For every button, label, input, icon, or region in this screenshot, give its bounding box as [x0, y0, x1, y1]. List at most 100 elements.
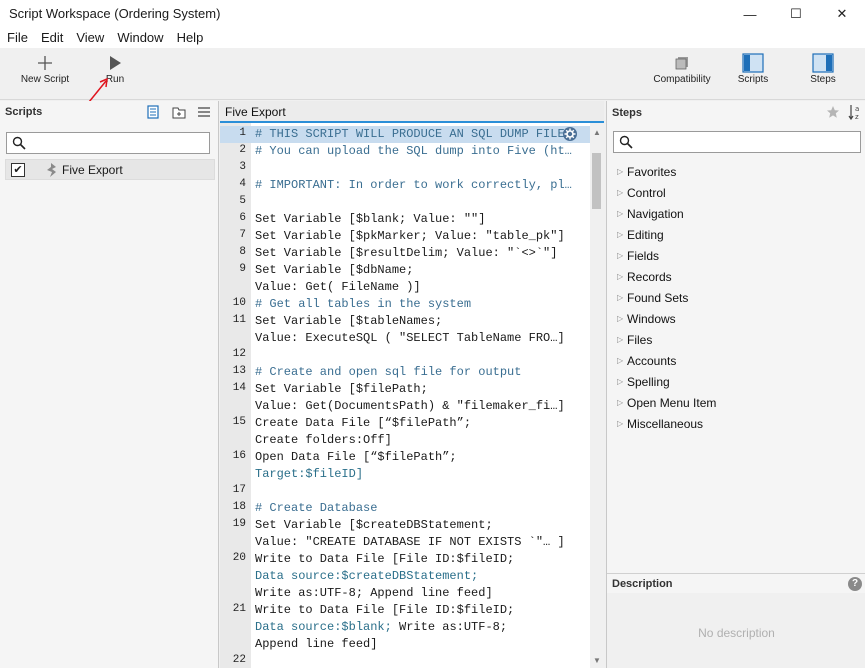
- scroll-down-icon[interactable]: ▼: [593, 656, 601, 665]
- editor-tab[interactable]: Five Export: [220, 101, 604, 123]
- code-line[interactable]: Value: Get( FileName )]: [220, 279, 590, 296]
- step-category[interactable]: ▷ Favorites: [607, 161, 865, 182]
- code-line[interactable]: Write as:UTF-8; Append line feed]: [220, 585, 590, 602]
- menu-window[interactable]: Window: [110, 28, 169, 48]
- line-number: 18: [232, 501, 246, 513]
- compatibility-button[interactable]: Compatibility: [648, 52, 716, 85]
- menu-help[interactable]: Help: [170, 28, 210, 48]
- step-category[interactable]: ▷ Found Sets: [607, 287, 865, 308]
- code-line[interactable]: 8 Set Variable [$resultDelim; Value: "`<>…: [220, 245, 590, 262]
- code-line[interactable]: 10 # Get all tables in the system: [220, 296, 590, 313]
- code-line[interactable]: 6 Set Variable [$blank; Value: ""]: [220, 211, 590, 228]
- code-line[interactable]: Value: ExecuteSQL ( "SELECT TableName FR…: [220, 330, 590, 347]
- expand-arrow-icon[interactable]: ▷: [617, 419, 626, 428]
- scripts-toggle-button[interactable]: Scripts: [734, 52, 772, 85]
- code-line[interactable]: 9 Set Variable [$dbName;: [220, 262, 590, 279]
- menu-file[interactable]: File: [0, 28, 34, 48]
- code-line[interactable]: 2 # You can upload the SQL dump into Five…: [220, 143, 590, 160]
- code-line[interactable]: 1 # THIS SCRIPT WILL PRODUCE AN SQL DUMP …: [220, 126, 590, 143]
- expand-arrow-icon[interactable]: ▷: [617, 230, 626, 239]
- star-icon[interactable]: [826, 105, 840, 122]
- code-line[interactable]: 5: [220, 194, 590, 211]
- description-panel: No description: [607, 593, 865, 668]
- new-folder-icon[interactable]: [172, 105, 186, 122]
- code-line[interactable]: 20 Write to Data File [File ID:$fileID;: [220, 551, 590, 568]
- code-line[interactable]: 3: [220, 160, 590, 177]
- help-icon[interactable]: ?: [848, 577, 862, 591]
- expand-arrow-icon[interactable]: ▷: [617, 209, 626, 218]
- expand-arrow-icon[interactable]: ▷: [617, 377, 626, 386]
- code-line[interactable]: 11 Set Variable [$tableNames;: [220, 313, 590, 330]
- code-line[interactable]: 17: [220, 483, 590, 500]
- scripts-search-input[interactable]: [6, 132, 210, 154]
- step-category[interactable]: ▷ Files: [607, 329, 865, 350]
- code-line[interactable]: 18 # Create Database: [220, 500, 590, 517]
- line-number: 12: [232, 348, 246, 360]
- step-category[interactable]: ▷ Windows: [607, 308, 865, 329]
- expand-arrow-icon[interactable]: ▷: [617, 356, 626, 365]
- code-line[interactable]: Data source:$blank; Write as:UTF-8;: [220, 619, 590, 636]
- code-line[interactable]: Value: "CREATE DATABASE IF NOT EXISTS `"…: [220, 534, 590, 551]
- step-category[interactable]: ▷ Navigation: [607, 203, 865, 224]
- close-button[interactable]: ✕: [819, 0, 865, 28]
- new-script-button[interactable]: New Script: [20, 52, 70, 85]
- code-line[interactable]: 4 # IMPORTANT: In order to work correctly…: [220, 177, 590, 194]
- expand-arrow-icon[interactable]: ▷: [617, 251, 626, 260]
- step-category[interactable]: ▷ Control: [607, 182, 865, 203]
- step-category[interactable]: ▷ Spelling: [607, 371, 865, 392]
- gear-icon[interactable]: [562, 126, 578, 145]
- steps-search-input[interactable]: [613, 131, 861, 153]
- code-line[interactable]: 19 Set Variable [$createDBStatement;: [220, 517, 590, 534]
- line-text: # IMPORTANT: In order to work correctly,…: [255, 178, 572, 192]
- minimize-button[interactable]: —: [727, 0, 773, 28]
- line-text: Target:$fileID]: [255, 467, 364, 481]
- scroll-up-icon[interactable]: ▲: [593, 128, 601, 137]
- code-line[interactable]: 14 Set Variable [$filePath;: [220, 381, 590, 398]
- code-line[interactable]: 16 Open Data File [“$filePath”;: [220, 449, 590, 466]
- expand-arrow-icon[interactable]: ▷: [617, 335, 626, 344]
- script-checkbox[interactable]: ✔: [11, 163, 25, 177]
- code-line[interactable]: Create folders:Off]: [220, 432, 590, 449]
- line-text: Append line feed]: [255, 637, 378, 651]
- code-line[interactable]: 12: [220, 347, 590, 364]
- expand-arrow-icon[interactable]: ▷: [617, 293, 626, 302]
- step-category[interactable]: ▷ Accounts: [607, 350, 865, 371]
- step-category[interactable]: ▷ Records: [607, 266, 865, 287]
- code-line[interactable]: Target:$fileID]: [220, 466, 590, 483]
- menu-bar: File Edit View Window Help: [0, 28, 865, 48]
- expand-arrow-icon[interactable]: ▷: [617, 188, 626, 197]
- step-category[interactable]: ▷ Miscellaneous: [607, 413, 865, 434]
- code-line[interactable]: 15 Create Data File [“$filePath”;: [220, 415, 590, 432]
- menu-view[interactable]: View: [69, 28, 110, 48]
- line-text: Write as:UTF-8; Append line feed]: [255, 586, 493, 600]
- steps-toggle-button[interactable]: Steps: [806, 52, 840, 85]
- menu-edit[interactable]: Edit: [34, 28, 69, 48]
- step-category[interactable]: ▷ Fields: [607, 245, 865, 266]
- scrollbar-thumb[interactable]: [592, 153, 601, 209]
- code-line[interactable]: 7 Set Variable [$pkMarker; Value: "table_…: [220, 228, 590, 245]
- expand-arrow-icon[interactable]: ▷: [617, 272, 626, 281]
- step-category[interactable]: ▷ Editing: [607, 224, 865, 245]
- annotation-arrow-icon: [88, 77, 108, 103]
- expand-arrow-icon[interactable]: ▷: [617, 167, 626, 176]
- sort-az-icon[interactable]: az: [848, 104, 864, 124]
- code-line[interactable]: 13 # Create and open sql file for output: [220, 364, 590, 381]
- expand-arrow-icon[interactable]: ▷: [617, 314, 626, 323]
- code-area[interactable]: 1 # THIS SCRIPT WILL PRODUCE AN SQL DUMP …: [220, 123, 590, 668]
- expand-arrow-icon[interactable]: ▷: [617, 398, 626, 407]
- description-header: Description ?: [607, 573, 865, 593]
- code-line[interactable]: 21 Write to Data File [File ID:$fileID;: [220, 602, 590, 619]
- line-number: 15: [232, 416, 246, 428]
- code-line[interactable]: Value: Get(DocumentsPath) & "filemaker_f…: [220, 398, 590, 415]
- list-view-icon[interactable]: [197, 106, 211, 121]
- line-text: # Get all tables in the system: [255, 297, 472, 311]
- line-text: # Create and open sql file for output: [255, 365, 522, 379]
- code-line[interactable]: Append line feed]: [220, 636, 590, 653]
- code-line[interactable]: Data source:$createDBStatement;: [220, 568, 590, 585]
- script-item[interactable]: ✔ Five Export: [5, 159, 215, 180]
- editor-scrollbar[interactable]: ▲ ▼: [590, 123, 604, 668]
- step-category[interactable]: ▷ Open Menu Item: [607, 392, 865, 413]
- code-line[interactable]: 22: [220, 653, 590, 668]
- maximize-button[interactable]: ☐: [773, 0, 819, 28]
- new-script-file-icon[interactable]: [146, 105, 160, 122]
